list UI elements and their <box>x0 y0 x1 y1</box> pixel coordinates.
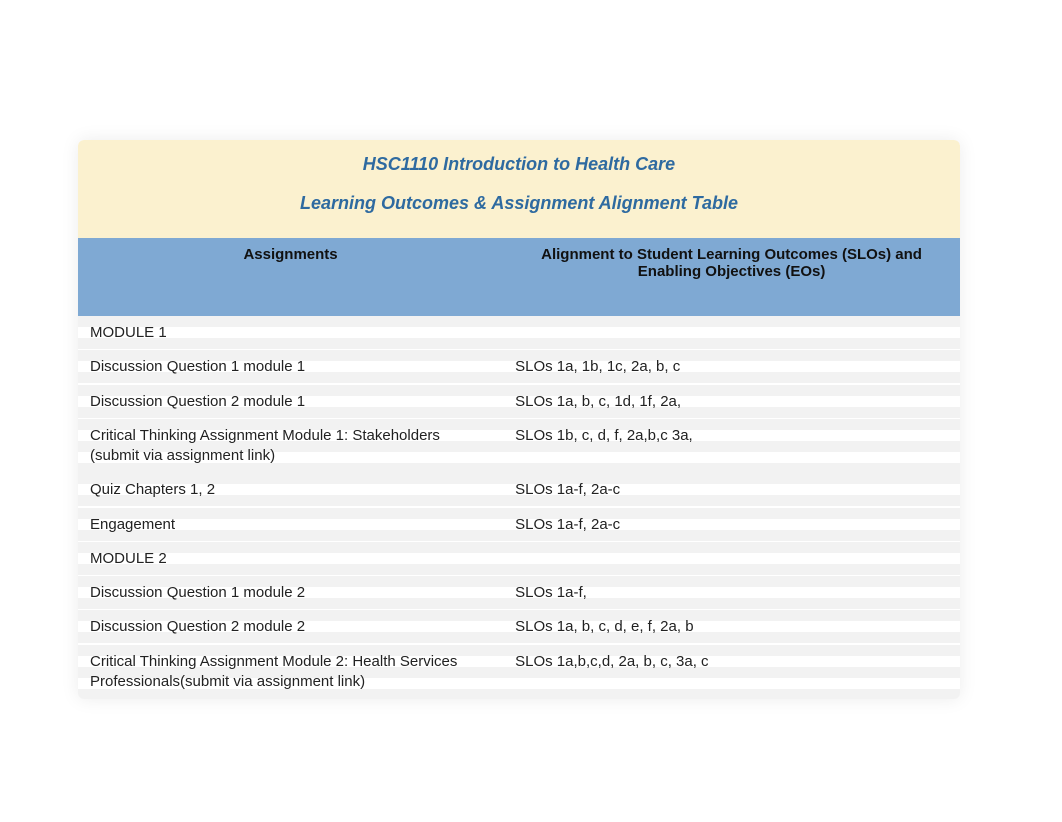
course-title: HSC1110 Introduction to Health Care <box>88 154 950 175</box>
cell-assignment: MODULE 2 <box>78 542 503 576</box>
cell-assignment: Engagement <box>78 508 503 542</box>
table-row: MODULE 1 <box>78 316 960 350</box>
table-row: MODULE 2 <box>78 542 960 576</box>
cell-alignment <box>503 542 960 576</box>
col-header-assignments: Assignments <box>78 238 503 316</box>
table-row: Critical Thinking Assignment Module 1: S… <box>78 419 960 474</box>
col-header-alignment: Alignment to Student Learning Outcomes (… <box>503 238 960 316</box>
table-row: Discussion Question 2 module 1SLOs 1a, b… <box>78 385 960 419</box>
alignment-table: Assignments Alignment to Student Learnin… <box>78 238 960 699</box>
cell-assignment: Discussion Question 2 module 1 <box>78 385 503 419</box>
cell-alignment: SLOs 1a, b, c, d, e, f, 2a, b <box>503 610 960 644</box>
table-subtitle: Learning Outcomes & Assignment Alignment… <box>88 193 950 214</box>
cell-alignment: SLOs 1a-f, <box>503 576 960 610</box>
table-header-row: Assignments Alignment to Student Learnin… <box>78 238 960 316</box>
table-body: MODULE 1Discussion Question 1 module 1SL… <box>78 316 960 699</box>
cell-assignment: Discussion Question 1 module 1 <box>78 350 503 384</box>
table-row: Quiz Chapters 1, 2SLOs 1a-f, 2a-c <box>78 473 960 507</box>
table-title-block: HSC1110 Introduction to Health Care Lear… <box>78 140 960 238</box>
table-row: EngagementSLOs 1a-f, 2a-c <box>78 508 960 542</box>
table-row: Critical Thinking Assignment Module 2: H… <box>78 645 960 700</box>
cell-alignment: SLOs 1a,b,c,d, 2a, b, c, 3a, c <box>503 645 960 700</box>
cell-alignment: SLOs 1a, b, c, 1d, 1f, 2a, <box>503 385 960 419</box>
alignment-table-container: HSC1110 Introduction to Health Care Lear… <box>78 140 960 699</box>
cell-alignment <box>503 316 960 350</box>
page: HSC1110 Introduction to Health Care Lear… <box>0 0 1062 822</box>
table-row: Discussion Question 1 module 2SLOs 1a-f, <box>78 576 960 610</box>
table-row: Discussion Question 2 module 2SLOs 1a, b… <box>78 610 960 644</box>
cell-assignment: Critical Thinking Assignment Module 2: H… <box>78 645 503 700</box>
cell-assignment: Quiz Chapters 1, 2 <box>78 473 503 507</box>
cell-alignment: SLOs 1a, 1b, 1c, 2a, b, c <box>503 350 960 384</box>
cell-alignment: SLOs 1b, c, d, f, 2a,b,c 3a, <box>503 419 960 474</box>
cell-assignment: Critical Thinking Assignment Module 1: S… <box>78 419 503 474</box>
cell-assignment: MODULE 1 <box>78 316 503 350</box>
cell-alignment: SLOs 1a-f, 2a-c <box>503 508 960 542</box>
cell-assignment: Discussion Question 2 module 2 <box>78 610 503 644</box>
cell-assignment: Discussion Question 1 module 2 <box>78 576 503 610</box>
cell-alignment: SLOs 1a-f, 2a-c <box>503 473 960 507</box>
table-row: Discussion Question 1 module 1SLOs 1a, 1… <box>78 350 960 384</box>
